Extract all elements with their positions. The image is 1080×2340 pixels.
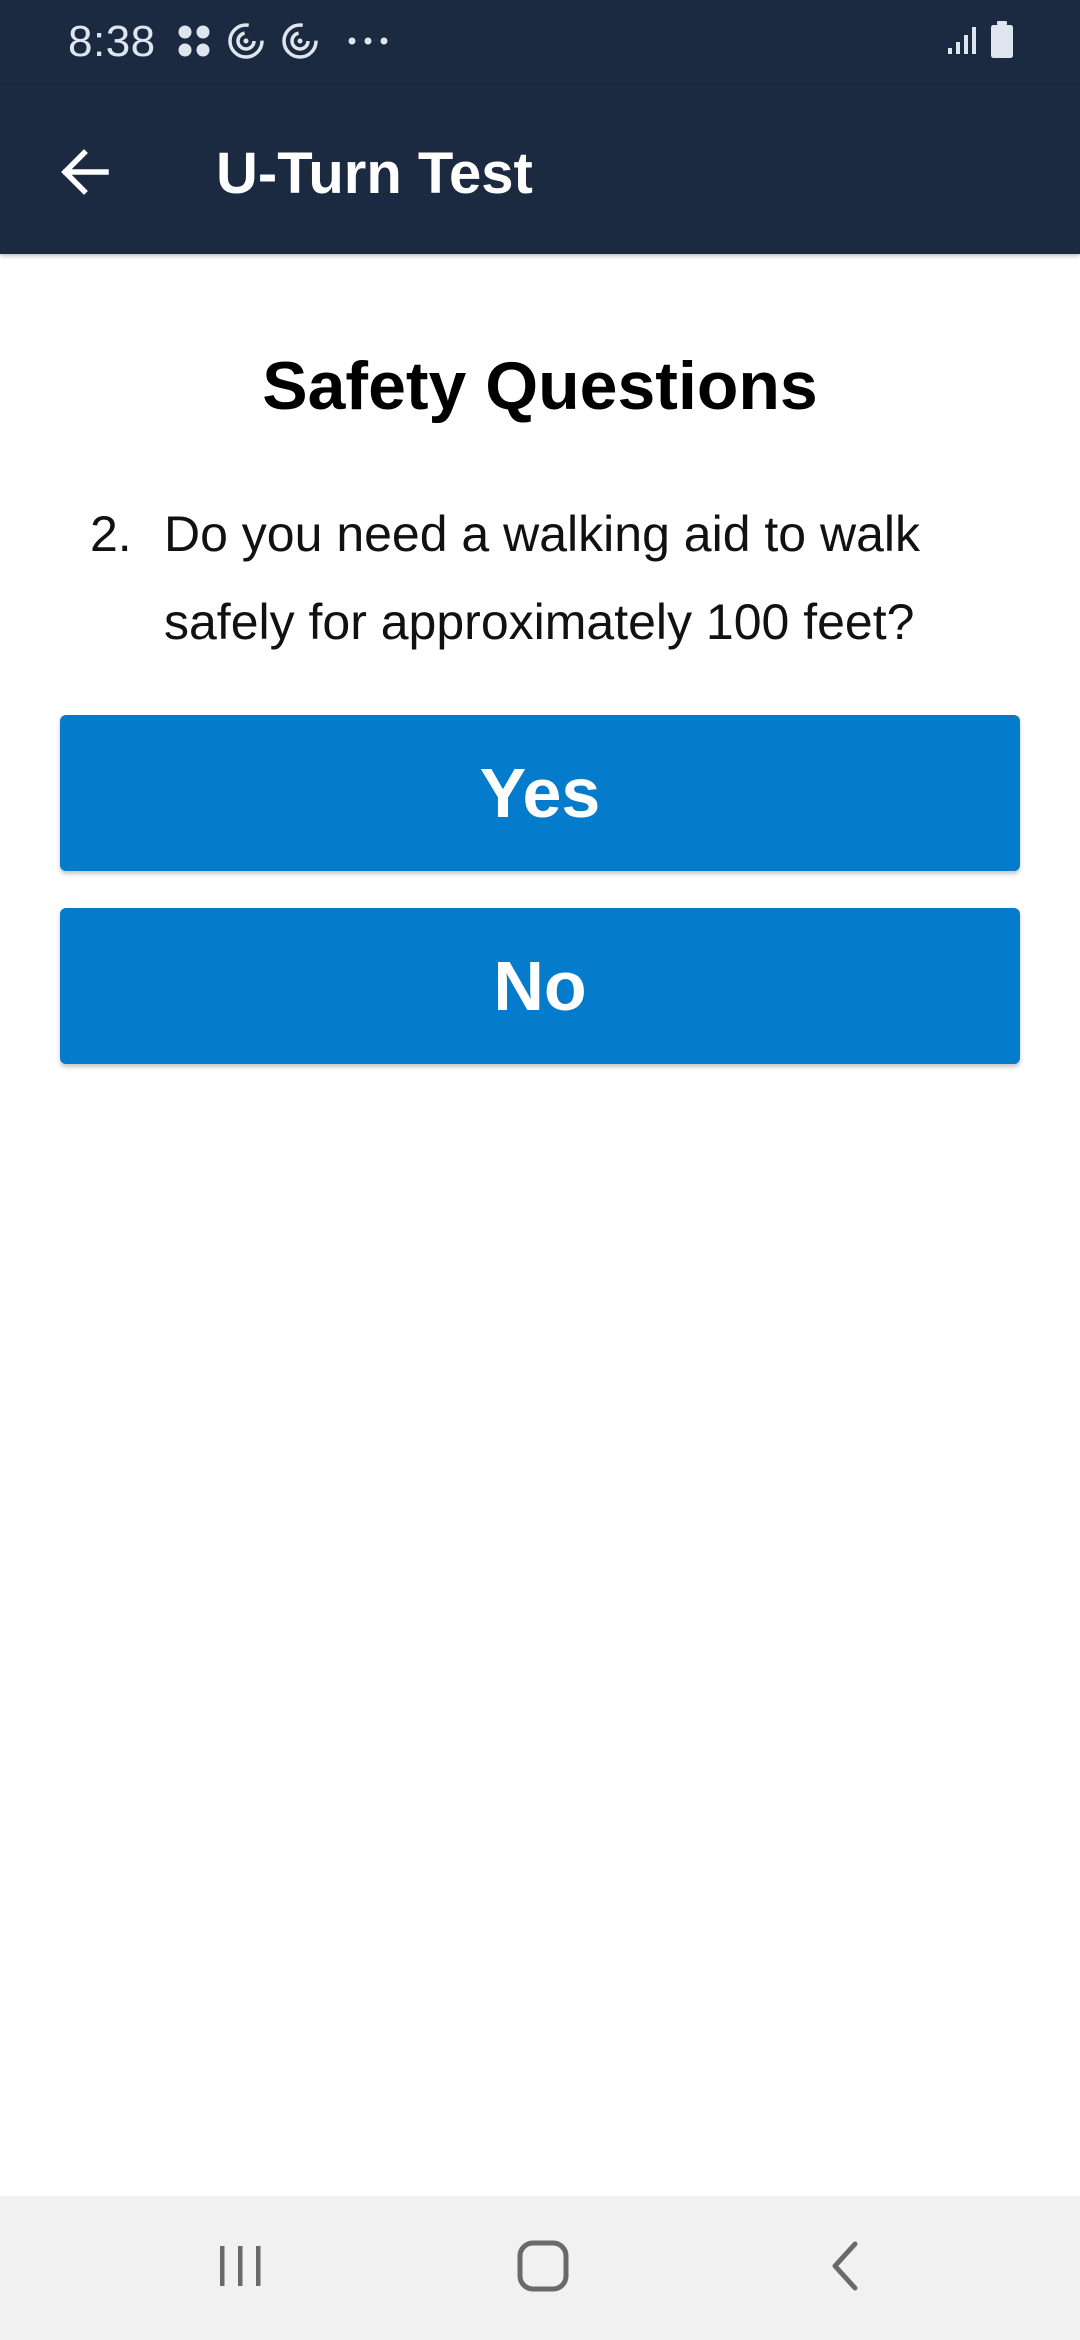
- arrow-left-icon: [56, 144, 112, 205]
- home-icon: [516, 2239, 570, 2298]
- yes-button[interactable]: Yes: [60, 715, 1020, 871]
- no-button[interactable]: No: [60, 908, 1020, 1064]
- status-time: 8:38: [68, 17, 156, 66]
- nav-back-button[interactable]: [800, 2228, 890, 2308]
- signal-icon: [946, 24, 978, 61]
- question-text: Do you need a walking aid to walk safely…: [164, 506, 921, 650]
- status-notification-icons: [176, 20, 390, 66]
- sync-icon: [280, 21, 320, 66]
- app-bar: U-Turn Test: [0, 84, 1080, 254]
- home-button[interactable]: [498, 2228, 588, 2308]
- question: 2. Do you need a walking aid to walk saf…: [90, 490, 1010, 666]
- apps-grid-icon: [176, 23, 212, 64]
- recent-apps-button[interactable]: [196, 2228, 286, 2308]
- back-button[interactable]: [44, 134, 124, 214]
- back-chevron-icon: [825, 2239, 865, 2298]
- status-system-icons: [946, 18, 1014, 66]
- system-nav-bar: [0, 2196, 1080, 2340]
- more-dots-icon: [346, 34, 390, 52]
- question-number: 2.: [90, 506, 132, 562]
- status-bar: 8:38: [0, 0, 1080, 84]
- page-title: U-Turn Test: [216, 141, 533, 206]
- recent-apps-icon: [216, 2242, 266, 2295]
- battery-icon: [990, 20, 1014, 64]
- section-title: Safety Questions: [262, 348, 818, 424]
- sync-icon: [226, 21, 266, 66]
